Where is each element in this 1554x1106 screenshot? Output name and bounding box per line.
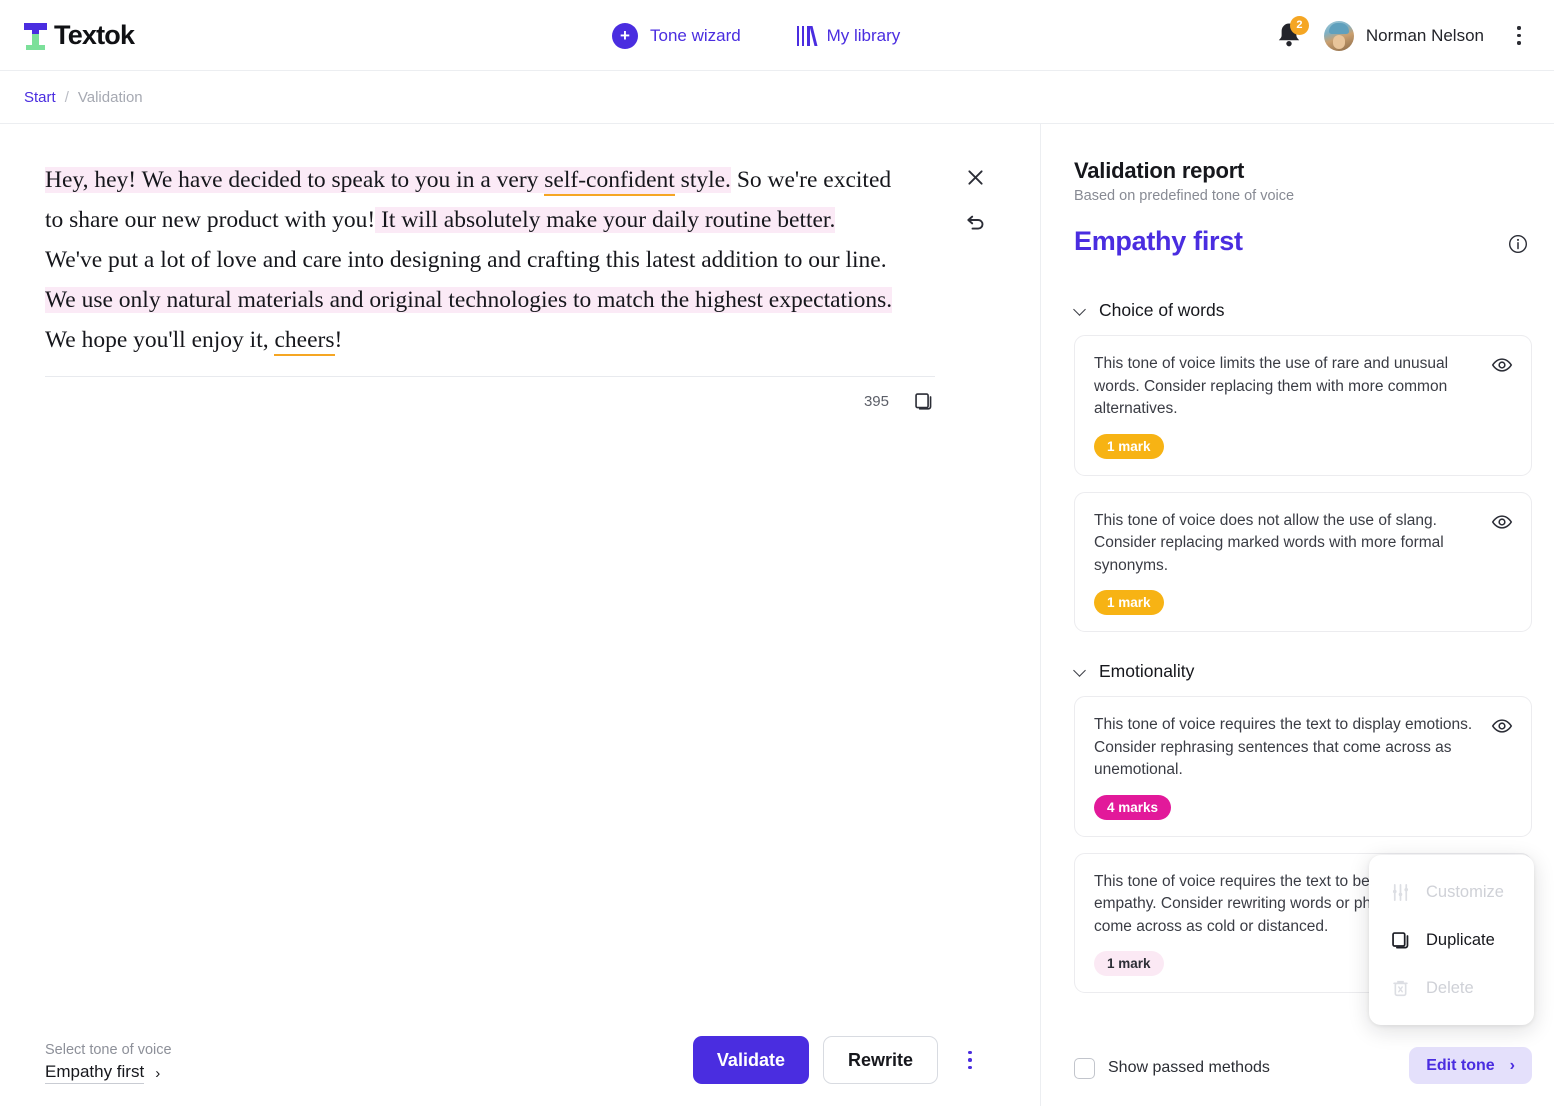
flagged-word[interactable]: self-confident — [544, 167, 675, 196]
duplicate-icon — [1389, 929, 1411, 951]
validation-rule-card[interactable]: This tone of voice limits the use of rar… — [1074, 335, 1532, 476]
context-menu-item-label: Customize — [1426, 882, 1504, 901]
report-section-header[interactable]: Choice of words — [1074, 300, 1554, 321]
brand-logo[interactable]: Textok — [24, 19, 135, 51]
validation-rule-card[interactable]: This tone of voice requires the text to … — [1074, 696, 1532, 837]
breadcrumb-start-link[interactable]: Start — [24, 89, 56, 106]
highlighted-text: We use only natural materials and origin… — [45, 287, 893, 313]
report-section-header[interactable]: Emotionality — [1074, 661, 1554, 682]
sliders-icon — [1389, 881, 1411, 903]
validation-rule-card[interactable]: This tone of voice does not allow the us… — [1074, 491, 1532, 632]
nav-tone-wizard[interactable]: + Tone wizard — [612, 22, 741, 49]
context-menu-item-duplicate[interactable]: Duplicate — [1369, 916, 1534, 964]
editor-more-menu-button[interactable] — [956, 1040, 984, 1080]
editor-paragraph: We've put a lot of love and care into de… — [45, 240, 935, 280]
context-menu-item-label: Duplicate — [1426, 930, 1495, 949]
breadcrumb: Start / Validation — [0, 71, 1554, 124]
marks-badge: 1 mark — [1094, 590, 1164, 615]
undo-icon[interactable] — [958, 206, 992, 240]
plain-text: So we're excited — [730, 167, 892, 193]
highlighted-text: Hey, hey! We have decided to speak to yo… — [45, 167, 545, 193]
textok-logo-icon — [24, 21, 47, 50]
validate-button[interactable]: Validate — [692, 1036, 809, 1084]
breadcrumb-current: Validation — [77, 88, 143, 106]
editor-paragraph: We use only natural materials and origin… — [45, 280, 935, 320]
eye-icon[interactable] — [1491, 511, 1513, 533]
chevron-down-icon — [1074, 304, 1087, 317]
chevron-right-icon: › — [155, 1064, 161, 1082]
plain-text: We've put a lot of love and care into de… — [45, 247, 887, 273]
plain-text: We hope you'll enjoy it, — [45, 327, 275, 353]
chevron-right-icon: › — [1509, 1056, 1515, 1074]
report-footer: Show passed methods Edit tone › — [1041, 1030, 1554, 1106]
marks-badge: 4 marks — [1094, 794, 1172, 820]
nav-tone-wizard-label: Tone wizard — [650, 25, 741, 45]
rule-description: This tone of voice requires the text to … — [1094, 716, 1473, 778]
editor-paragraph: Hey, hey! We have decided to speak to yo… — [45, 160, 935, 200]
rewrite-button[interactable]: Rewrite — [822, 1036, 938, 1084]
report-subtitle: Based on predefined tone of voice — [1074, 188, 1295, 204]
tone-selector-value-row[interactable]: Empathy first › — [45, 1062, 172, 1084]
editor-paragraph: to share our new product with you! It wi… — [45, 200, 935, 240]
report-title: Validation report — [1074, 158, 1245, 183]
tone-selector-value: Empathy first — [45, 1062, 145, 1084]
notifications-button[interactable]: 2 — [1272, 15, 1309, 53]
app-root: Textok + Tone wizard My library 2 Norman… — [0, 0, 1554, 1106]
header-more-menu-button[interactable] — [1504, 21, 1534, 51]
header-user-area: 2 Norman Nelson — [1272, 0, 1534, 71]
context-menu-item-delete: Delete — [1369, 964, 1534, 1012]
edit-tone-label: Edit tone — [1426, 1056, 1495, 1074]
top-header: Textok + Tone wizard My library 2 Norman… — [0, 0, 1554, 71]
editor-actions: Validate Rewrite — [692, 1036, 984, 1084]
editor-text[interactable]: Hey, hey! We have decided to speak to yo… — [45, 160, 935, 360]
show-passed-methods-checkbox[interactable] — [1074, 1057, 1095, 1079]
edit-tone-button[interactable]: Edit tone › — [1409, 1047, 1532, 1084]
show-passed-methods-label: Show passed methods — [1108, 1059, 1270, 1076]
rule-description: This tone of voice does not allow the us… — [1094, 511, 1444, 574]
nav-my-library-label: My library — [826, 25, 901, 45]
editor-footer: 395 — [45, 376, 935, 426]
chevron-down-icon — [1074, 665, 1087, 678]
plain-text: to share our new product with you! — [45, 207, 376, 233]
notification-count-badge: 2 — [1289, 15, 1309, 35]
marks-badge: 1 mark — [1094, 433, 1164, 459]
character-count: 395 — [863, 393, 889, 410]
user-name-label: Norman Nelson — [1365, 25, 1484, 45]
marks-badge: 1 mark — [1094, 951, 1164, 976]
context-menu: Customize Duplicate Delete — [1369, 855, 1534, 1025]
breadcrumb-separator: / — [64, 88, 69, 106]
brand-name: Textok — [54, 19, 135, 50]
trash-icon — [1389, 977, 1411, 999]
tone-selector[interactable]: Select tone of voice Empathy first › — [45, 1042, 172, 1084]
editor-pane: Hey, hey! We have decided to speak to yo… — [0, 124, 1040, 1106]
highlighted-text: style. — [674, 167, 731, 193]
library-books-icon — [796, 25, 818, 46]
close-icon[interactable] — [958, 160, 992, 194]
show-passed-methods-toggle[interactable]: Show passed methods — [1074, 1057, 1270, 1079]
report-section-title: Choice of words — [1099, 300, 1225, 320]
nav-my-library[interactable]: My library — [796, 25, 901, 46]
eye-icon[interactable] — [1491, 715, 1513, 737]
user-avatar[interactable] — [1323, 20, 1354, 51]
plus-circle-icon: + — [612, 22, 638, 49]
report-section-title: Emotionality — [1099, 661, 1195, 681]
plain-text: ! — [334, 327, 343, 353]
editor-tools — [958, 160, 998, 240]
info-icon[interactable] — [1508, 234, 1528, 254]
highlighted-text: It will absolutely make your daily routi… — [375, 207, 836, 233]
tone-selector-label: Select tone of voice — [45, 1042, 172, 1058]
rule-description: This tone of voice limits the use of rar… — [1094, 355, 1449, 417]
report-tone-name: Empathy first — [1074, 226, 1243, 256]
eye-icon[interactable] — [1491, 354, 1513, 376]
header-nav: + Tone wizard My library — [612, 0, 900, 71]
copy-icon[interactable] — [911, 390, 935, 414]
flagged-word[interactable]: cheers — [274, 327, 335, 356]
context-menu-item-customize: Customize — [1369, 868, 1534, 916]
context-menu-item-label: Delete — [1426, 978, 1474, 997]
editor-paragraph: We hope you'll enjoy it, cheers! — [45, 320, 935, 360]
